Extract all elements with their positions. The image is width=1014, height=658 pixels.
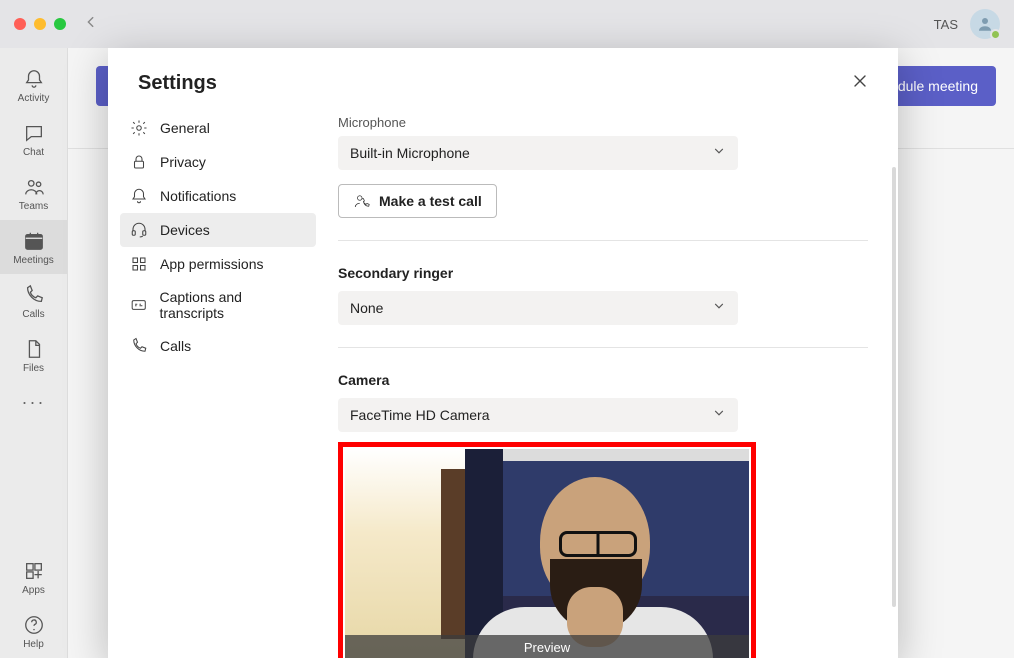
microphone-value: Built-in Microphone: [350, 145, 470, 161]
settings-nav: General Privacy Notifications Devices Ap…: [108, 111, 328, 658]
preview-label: Preview: [345, 635, 749, 658]
nav-label: Calls: [160, 338, 191, 354]
rail-label: Teams: [19, 201, 48, 212]
nav-label: Captions and transcripts: [159, 289, 306, 321]
rail-calls[interactable]: Calls: [0, 274, 67, 328]
phone-icon: [130, 337, 148, 355]
test-call-label: Make a test call: [379, 193, 482, 209]
rail-more-button[interactable]: ···: [22, 382, 46, 423]
presence-indicator: [990, 29, 1001, 40]
close-settings-button[interactable]: [852, 73, 868, 94]
person-call-icon: [353, 192, 371, 210]
rail-label: Help: [23, 639, 44, 650]
settings-title: Settings: [138, 72, 217, 95]
nav-app-permissions[interactable]: App permissions: [120, 247, 316, 281]
gear-icon: [130, 119, 148, 137]
nav-calls[interactable]: Calls: [120, 329, 316, 363]
rail-meetings[interactable]: Meetings: [0, 220, 67, 274]
user-initials: TAS: [934, 17, 958, 32]
camera-preview-highlight: Preview: [338, 442, 756, 658]
rail-label: Activity: [18, 93, 50, 104]
rail-label: Calls: [22, 309, 44, 320]
nav-devices[interactable]: Devices: [120, 213, 316, 247]
secondary-ringer-heading: Secondary ringer: [338, 265, 868, 281]
rail-label: Meetings: [13, 255, 54, 266]
minimize-window-button[interactable]: [34, 18, 46, 30]
nav-label: Devices: [160, 222, 210, 238]
rail-help[interactable]: Help: [0, 604, 67, 658]
settings-modal: Settings General Privacy Notifications: [108, 48, 898, 658]
make-test-call-button[interactable]: Make a test call: [338, 184, 497, 218]
captions-icon: [130, 296, 147, 314]
microphone-label: Microphone: [338, 115, 868, 130]
lock-icon: [130, 153, 148, 171]
chevron-down-icon: [712, 299, 726, 316]
nav-notifications[interactable]: Notifications: [120, 179, 316, 213]
schedule-meeting-label: dule meeting: [898, 78, 978, 94]
secondary-ringer-value: None: [350, 300, 383, 316]
back-button[interactable]: [84, 15, 98, 34]
grid-icon: [130, 255, 148, 273]
nav-privacy[interactable]: Privacy: [120, 145, 316, 179]
microphone-dropdown[interactable]: Built-in Microphone: [338, 136, 738, 170]
close-window-button[interactable]: [14, 18, 26, 30]
rail-label: Chat: [23, 147, 44, 158]
rail-label: Files: [23, 363, 44, 374]
app-rail: Activity Chat Teams Meetings Calls Files…: [0, 48, 68, 658]
scrollbar[interactable]: [892, 167, 896, 607]
maximize-window-button[interactable]: [54, 18, 66, 30]
rail-teams[interactable]: Teams: [0, 166, 67, 220]
nav-label: Notifications: [160, 188, 236, 204]
titlebar-right: TAS: [934, 9, 1000, 39]
settings-header: Settings: [108, 48, 898, 111]
camera-heading: Camera: [338, 372, 868, 388]
section-divider: [338, 347, 868, 348]
headset-icon: [130, 221, 148, 239]
rail-activity[interactable]: Activity: [0, 58, 67, 112]
settings-content: Microphone Built-in Microphone Make a te…: [328, 111, 898, 658]
nav-general[interactable]: General: [120, 111, 316, 145]
rail-chat[interactable]: Chat: [0, 112, 67, 166]
nav-label: App permissions: [160, 256, 264, 272]
camera-dropdown[interactable]: FaceTime HD Camera: [338, 398, 738, 432]
camera-value: FaceTime HD Camera: [350, 407, 490, 423]
rail-apps[interactable]: Apps: [0, 550, 67, 604]
chevron-down-icon: [712, 144, 726, 161]
rail-files[interactable]: Files: [0, 328, 67, 382]
section-divider: [338, 240, 868, 241]
nav-label: General: [160, 120, 210, 136]
rail-label: Apps: [22, 585, 45, 596]
user-avatar[interactable]: [970, 9, 1000, 39]
nav-label: Privacy: [160, 154, 206, 170]
chevron-down-icon: [712, 406, 726, 423]
secondary-ringer-dropdown[interactable]: None: [338, 291, 738, 325]
window-titlebar: TAS: [0, 0, 1014, 48]
bell-icon: [130, 187, 148, 205]
camera-preview: Preview: [345, 449, 749, 658]
window-controls: [14, 18, 66, 30]
nav-captions[interactable]: Captions and transcripts: [120, 281, 316, 329]
